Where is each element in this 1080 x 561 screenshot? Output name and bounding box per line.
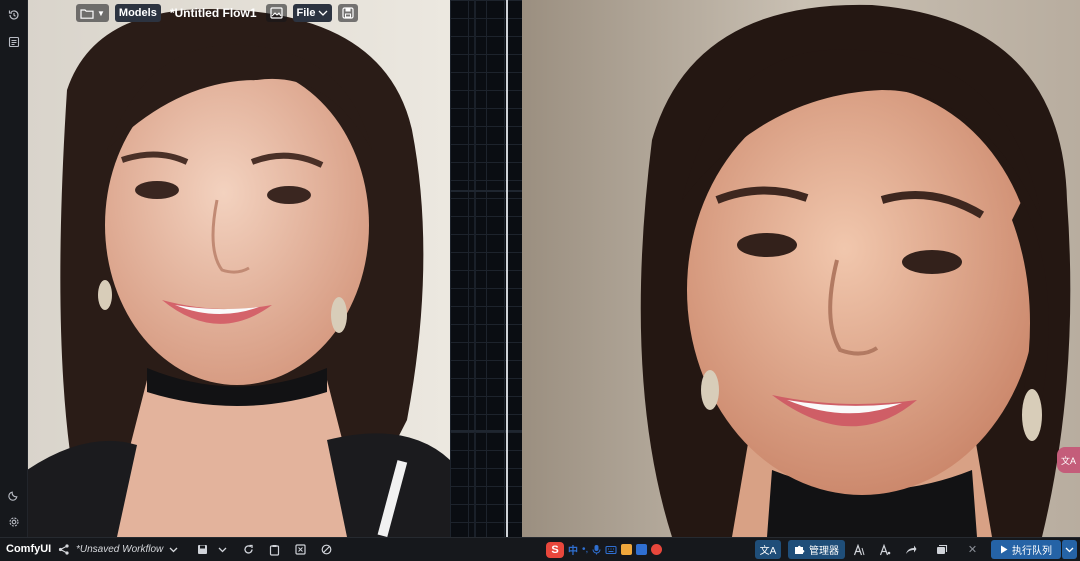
chevron-down-icon xyxy=(318,10,328,16)
top-toolbar: ▼ Models *Untitled Flow1 File xyxy=(76,4,359,22)
workflow-name: *Unsaved Workflow xyxy=(76,544,164,555)
cancel-icon[interactable] xyxy=(319,542,334,557)
settings-gear-icon[interactable] xyxy=(6,514,21,529)
ime-toolbar: S 中 •, xyxy=(546,541,663,558)
images-stack-icon[interactable] xyxy=(934,542,949,557)
folder-icon xyxy=(80,8,94,19)
file-menu-label: File xyxy=(296,7,316,19)
avatar-icon[interactable] xyxy=(651,544,663,555)
save-icon xyxy=(342,7,355,19)
workflow-title: *Untitled Flow1 xyxy=(169,6,257,20)
ime-mode-label[interactable]: 中 xyxy=(568,542,578,557)
queue-prompt-button[interactable]: 执行队列 xyxy=(991,540,1061,559)
translate-icon: 文A xyxy=(759,546,777,557)
sogou-logo-icon[interactable]: S xyxy=(546,541,564,558)
left-sidebar xyxy=(0,0,28,537)
right-preview-image xyxy=(522,0,1080,537)
left-preview-image xyxy=(27,0,450,537)
save-workflow-icon[interactable] xyxy=(195,542,210,557)
share-arrow-icon[interactable] xyxy=(903,542,918,557)
translate-button[interactable]: 文A xyxy=(755,540,781,559)
chevron-down-icon xyxy=(1065,547,1074,553)
theme-toggle-icon[interactable] xyxy=(6,487,21,502)
image-icon xyxy=(269,7,283,19)
keyboard-icon[interactable] xyxy=(605,545,617,555)
canvas-grid-strip xyxy=(450,0,522,537)
manager-button[interactable]: 管理器 xyxy=(788,540,845,559)
translate-side-tab[interactable]: 文A xyxy=(1057,447,1080,473)
refresh-icon[interactable] xyxy=(241,542,256,557)
chevron-down-icon[interactable] xyxy=(215,542,230,557)
manager-label: 管理器 xyxy=(809,546,839,557)
queue-list-icon[interactable] xyxy=(6,34,21,49)
fit-view-icon[interactable] xyxy=(293,542,308,557)
puzzle-icon xyxy=(795,545,805,554)
chevron-down-icon: ▼ xyxy=(97,8,105,18)
queue-options-button[interactable] xyxy=(1061,540,1077,559)
node-link-wire xyxy=(506,0,508,537)
microphone-icon[interactable] xyxy=(592,544,601,555)
queue-label: 执行队列 xyxy=(1012,546,1052,557)
folder-menu-button[interactable]: ▼ xyxy=(76,4,109,22)
app-brand: ComfyUI xyxy=(6,543,52,555)
save-button[interactable] xyxy=(338,4,359,22)
chevron-down-icon xyxy=(169,547,178,553)
punctuation-icon[interactable]: •, xyxy=(582,544,588,555)
image-button[interactable] xyxy=(265,4,287,22)
font-a-alt-icon[interactable] xyxy=(877,542,892,557)
file-menu-button[interactable]: File xyxy=(292,4,333,22)
close-icon[interactable]: ✕ xyxy=(965,542,980,557)
skin-icon[interactable] xyxy=(621,544,633,555)
clipboard-icon[interactable] xyxy=(267,542,282,557)
play-icon xyxy=(1001,545,1008,554)
toolbox-grid-icon[interactable] xyxy=(636,544,648,555)
share-nodes-icon xyxy=(58,544,69,555)
history-icon[interactable] xyxy=(6,7,21,22)
workflow-selector[interactable]: *Unsaved Workflow xyxy=(58,541,178,558)
font-a-icon[interactable] xyxy=(851,542,866,557)
bottom-bar: ComfyUI *Unsaved Workflow S 中 •, 文A 管理器 xyxy=(0,537,1080,561)
models-button[interactable]: Models xyxy=(114,4,161,22)
